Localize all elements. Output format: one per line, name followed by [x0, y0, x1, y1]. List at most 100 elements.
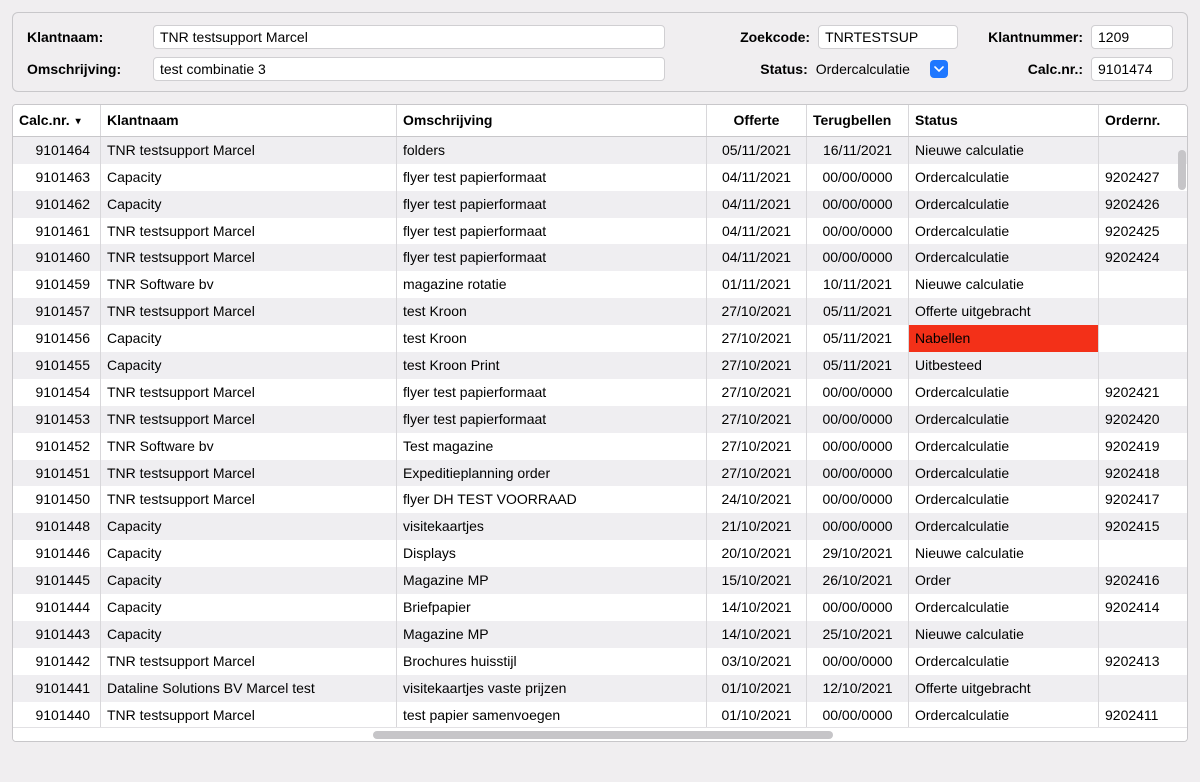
cell-klantnaam: TNR testsupport Marcel — [101, 486, 397, 513]
cell-offerte: 27/10/2021 — [707, 406, 807, 433]
cell-omschrijving: folders — [397, 137, 707, 164]
cell-klantnaam: TNR testsupport Marcel — [101, 648, 397, 675]
cell-status: Nieuwe calculatie — [909, 621, 1099, 648]
cell-klantnaam: Capacity — [101, 325, 397, 352]
table-row[interactable]: 9101448Capacityvisitekaartjes21/10/20210… — [13, 513, 1187, 540]
cell-calcnr: 9101450 — [13, 486, 101, 513]
table-row[interactable]: 9101461TNR testsupport Marcelflyer test … — [13, 218, 1187, 245]
scrollbar-thumb[interactable] — [373, 731, 833, 739]
cell-status: Nieuwe calculatie — [909, 137, 1099, 164]
cell-offerte: 01/11/2021 — [707, 271, 807, 298]
vertical-scrollbar-thumb[interactable] — [1178, 150, 1186, 190]
col-header-ordernr[interactable]: Ordernr. — [1099, 105, 1179, 136]
cell-omschrijving: test Kroon — [397, 298, 707, 325]
table-row[interactable]: 9101446CapacityDisplays20/10/202129/10/2… — [13, 540, 1187, 567]
table-row[interactable]: 9101440TNR testsupport Marceltest papier… — [13, 702, 1187, 727]
cell-calcnr: 9101464 — [13, 137, 101, 164]
cell-ordernr: 9202411 — [1099, 702, 1179, 727]
klantnaam-input[interactable] — [153, 25, 665, 49]
table-row[interactable]: 9101462Capacityflyer test papierformaat0… — [13, 191, 1187, 218]
table-row[interactable]: 9101441Dataline Solutions BV Marcel test… — [13, 675, 1187, 702]
table-row[interactable]: 9101459TNR Software bvmagazine rotatie01… — [13, 271, 1187, 298]
table-row[interactable]: 9101464TNR testsupport Marcelfolders05/1… — [13, 137, 1187, 164]
table-row[interactable]: 9101457TNR testsupport Marceltest Kroon2… — [13, 298, 1187, 325]
table-row[interactable]: 9101453TNR testsupport Marcelflyer test … — [13, 406, 1187, 433]
cell-klantnaam: Capacity — [101, 567, 397, 594]
cell-ordernr — [1099, 621, 1179, 648]
cell-ordernr: 9202427 — [1099, 164, 1179, 191]
cell-omschrijving: Brochures huisstijl — [397, 648, 707, 675]
cell-offerte: 01/10/2021 — [707, 675, 807, 702]
cell-terugbellen: 00/00/0000 — [807, 433, 909, 460]
cell-status: Ordercalculatie — [909, 513, 1099, 540]
calcnr-input[interactable] — [1091, 57, 1173, 81]
col-header-omschrijving[interactable]: Omschrijving — [397, 105, 707, 136]
omschrijving-input[interactable] — [153, 57, 665, 81]
cell-calcnr: 9101442 — [13, 648, 101, 675]
cell-status: Offerte uitgebracht — [909, 675, 1099, 702]
table-row[interactable]: 9101463Capacityflyer test papierformaat0… — [13, 164, 1187, 191]
table-row[interactable]: 9101452TNR Software bvTest magazine27/10… — [13, 433, 1187, 460]
cell-ordernr: 9202420 — [1099, 406, 1179, 433]
klantnummer-label: Klantnummer: — [988, 29, 1083, 45]
horizontal-scrollbar[interactable] — [13, 727, 1187, 741]
status-select-value: Ordercalculatie — [816, 61, 924, 77]
cell-omschrijving: flyer test papierformaat — [397, 191, 707, 218]
table-row[interactable]: 9101455Capacitytest Kroon Print27/10/202… — [13, 352, 1187, 379]
cell-ordernr: 9202419 — [1099, 433, 1179, 460]
cell-klantnaam: Capacity — [101, 540, 397, 567]
table-row[interactable]: 9101456Capacitytest Kroon27/10/202105/11… — [13, 325, 1187, 352]
klantnaam-label: Klantnaam: — [27, 29, 145, 45]
cell-status: Nieuwe calculatie — [909, 540, 1099, 567]
cell-omschrijving: flyer test papierformaat — [397, 379, 707, 406]
table-row[interactable]: 9101454TNR testsupport Marcelflyer test … — [13, 379, 1187, 406]
cell-omschrijving: flyer test papierformaat — [397, 218, 707, 245]
cell-omschrijving: visitekaartjes vaste prijzen — [397, 675, 707, 702]
table-row[interactable]: 9101445CapacityMagazine MP15/10/202126/1… — [13, 567, 1187, 594]
cell-klantnaam: Capacity — [101, 513, 397, 540]
col-header-terugbellen[interactable]: Terugbellen — [807, 105, 909, 136]
cell-terugbellen: 25/10/2021 — [807, 621, 909, 648]
cell-status: Ordercalculatie — [909, 164, 1099, 191]
cell-omschrijving: test Kroon Print — [397, 352, 707, 379]
table-row[interactable]: 9101443CapacityMagazine MP14/10/202125/1… — [13, 621, 1187, 648]
col-header-offerte[interactable]: Offerte — [707, 105, 807, 136]
cell-offerte: 04/11/2021 — [707, 191, 807, 218]
cell-calcnr: 9101443 — [13, 621, 101, 648]
table-row[interactable]: 9101451TNR testsupport MarcelExpeditiepl… — [13, 460, 1187, 487]
cell-calcnr: 9101457 — [13, 298, 101, 325]
cell-calcnr: 9101446 — [13, 540, 101, 567]
cell-ordernr: 9202417 — [1099, 486, 1179, 513]
col-header-status[interactable]: Status — [909, 105, 1099, 136]
cell-klantnaam: TNR testsupport Marcel — [101, 406, 397, 433]
cell-terugbellen: 16/11/2021 — [807, 137, 909, 164]
cell-terugbellen: 00/00/0000 — [807, 164, 909, 191]
cell-ordernr: 9202425 — [1099, 218, 1179, 245]
cell-status: Ordercalculatie — [909, 244, 1099, 271]
cell-calcnr: 9101453 — [13, 406, 101, 433]
cell-omschrijving: magazine rotatie — [397, 271, 707, 298]
table-row[interactable]: 9101460TNR testsupport Marcelflyer test … — [13, 244, 1187, 271]
table-row[interactable]: 9101442TNR testsupport MarcelBrochures h… — [13, 648, 1187, 675]
cell-offerte: 27/10/2021 — [707, 298, 807, 325]
col-header-calcnr[interactable]: Calc.nr.▾ — [13, 105, 101, 136]
table-row[interactable]: 9101444CapacityBriefpapier14/10/202100/0… — [13, 594, 1187, 621]
zoekcode-input[interactable] — [818, 25, 958, 49]
table-body[interactable]: 9101464 TNR testsupport Marcel folders 05/1… — [13, 137, 1187, 727]
cell-klantnaam: Capacity — [101, 191, 397, 218]
cell-status: Order — [909, 567, 1099, 594]
klantnummer-input[interactable] — [1091, 25, 1173, 49]
cell-status: Ordercalculatie — [909, 433, 1099, 460]
cell-terugbellen: 00/00/0000 — [807, 702, 909, 727]
header-panel: Klantnaam: Zoekcode: Klantnummer: Omschr… — [12, 12, 1188, 92]
cell-offerte: 03/10/2021 — [707, 648, 807, 675]
cell-terugbellen: 12/10/2021 — [807, 675, 909, 702]
cell-ordernr: 9202414 — [1099, 594, 1179, 621]
cell-klantnaam: Dataline Solutions BV Marcel test — [101, 675, 397, 702]
status-select[interactable]: Ordercalculatie — [816, 60, 948, 78]
cell-terugbellen: 05/11/2021 — [807, 298, 909, 325]
cell-omschrijving: test papier samenvoegen — [397, 702, 707, 727]
cell-ordernr — [1099, 352, 1179, 379]
col-header-klantnaam[interactable]: Klantnaam — [101, 105, 397, 136]
table-row[interactable]: 9101450TNR testsupport Marcelflyer DH TE… — [13, 486, 1187, 513]
